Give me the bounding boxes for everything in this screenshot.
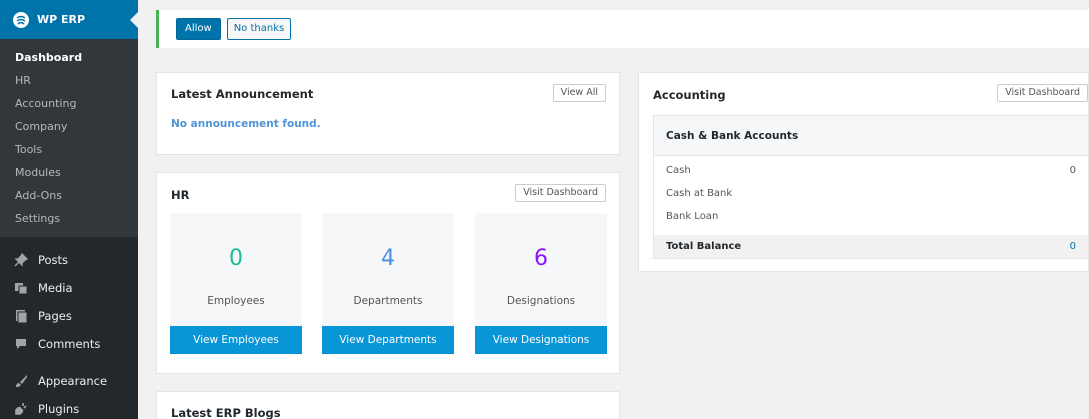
total-label: Total Balance (666, 241, 742, 252)
card-title: Latest Announcement (171, 87, 314, 101)
menu-item-media[interactable]: Media (0, 274, 138, 302)
submenu-item-modules[interactable]: Modules (0, 161, 138, 184)
account-value: 0 (1069, 165, 1076, 176)
card-title: Accounting (653, 88, 726, 102)
menu-item-label: Pages (38, 309, 72, 323)
announcement-empty-message: No announcement found. (171, 118, 321, 130)
stat-value: 0 (229, 246, 243, 271)
allow-button[interactable]: Allow (176, 18, 221, 40)
designations-stat: 6 Designations View Designations (475, 213, 607, 354)
stat-value: 6 (534, 246, 548, 271)
submenu-item-add-ons[interactable]: Add-Ons (0, 184, 138, 207)
wp-erp-logo-icon (13, 11, 29, 28)
view-departments-button[interactable]: View Departments (322, 326, 454, 354)
erp-submenu: Dashboard HR Accounting Company Tools Mo… (0, 39, 138, 237)
menu-item-label: Appearance (38, 374, 108, 388)
latest-announcement-card: Latest Announcement View All No announce… (156, 72, 620, 155)
submenu-item-dashboard[interactable]: Dashboard (0, 46, 138, 69)
pushpin-icon (13, 252, 29, 268)
account-name: Bank Loan (666, 211, 719, 222)
submenu-item-accounting[interactable]: Accounting (0, 92, 138, 115)
stat-label: Departments (353, 295, 423, 307)
view-designations-button[interactable]: View Designations (475, 326, 607, 354)
total-balance-row: Total Balance 0 (654, 235, 1088, 258)
menu-item-label: Posts (38, 253, 69, 267)
departments-stat: 4 Departments View Departments (322, 213, 454, 354)
menu-item-label: Plugins (38, 402, 80, 416)
stat-label: Designations (506, 295, 576, 307)
stat-value: 4 (381, 246, 395, 271)
submenu-item-settings[interactable]: Settings (0, 207, 138, 230)
tracking-notice: Allow No thanks (156, 10, 1089, 48)
media-icon (13, 280, 29, 296)
table-title: Cash & Bank Accounts (654, 116, 1088, 156)
stat-label: Employees (207, 295, 265, 307)
accounting-visit-dashboard-button[interactable]: Visit Dashboard (997, 84, 1088, 102)
menu-item-posts[interactable]: Posts (0, 246, 138, 274)
submenu-item-tools[interactable]: Tools (0, 138, 138, 161)
view-all-button[interactable]: View All (552, 84, 606, 102)
sidebar-header-wp-erp[interactable]: WP ERP (0, 0, 138, 39)
table-row: Bank Loan (654, 205, 1088, 228)
card-title: HR (171, 188, 190, 202)
employees-stat: 0 Employees View Employees (170, 213, 302, 354)
menu-item-label: Comments (38, 337, 101, 351)
menu-item-plugins[interactable]: Plugins (0, 395, 138, 419)
view-employees-button[interactable]: View Employees (170, 326, 302, 354)
comment-icon (13, 336, 29, 352)
account-name: Cash (666, 165, 691, 176)
account-name: Cash at Bank (666, 188, 733, 199)
submenu-item-company[interactable]: Company (0, 115, 138, 138)
no-thanks-button[interactable]: No thanks (226, 18, 292, 40)
active-menu-arrow (130, 12, 138, 28)
card-title: Latest ERP Blogs (171, 406, 281, 419)
menu-item-pages[interactable]: Pages (0, 302, 138, 330)
cash-bank-accounts-table: Cash & Bank Accounts Cash 0 Cash at Bank… (653, 115, 1089, 259)
plug-icon (13, 401, 29, 417)
brush-icon (13, 373, 29, 389)
table-row: Cash at Bank (654, 182, 1088, 205)
menu-item-appearance[interactable]: Appearance (0, 367, 138, 395)
table-row: Cash 0 (654, 159, 1088, 182)
latest-erp-blogs-card: Latest ERP Blogs (156, 391, 620, 419)
total-value[interactable]: 0 (1070, 235, 1076, 258)
menu-item-label: Media (38, 281, 73, 295)
pages-icon (13, 308, 29, 324)
submenu-item-hr[interactable]: HR (0, 69, 138, 92)
menu-item-comments[interactable]: Comments (0, 330, 138, 358)
hr-visit-dashboard-button[interactable]: Visit Dashboard (515, 184, 606, 202)
sidebar-header-title: WP ERP (37, 13, 86, 26)
hr-card: HR Visit Dashboard 0 Employees View Empl… (156, 172, 620, 374)
accounting-card: Accounting Visit Dashboard Cash & Bank A… (638, 72, 1089, 272)
admin-sidebar: WP ERP Dashboard HR Accounting Company T… (0, 0, 138, 419)
